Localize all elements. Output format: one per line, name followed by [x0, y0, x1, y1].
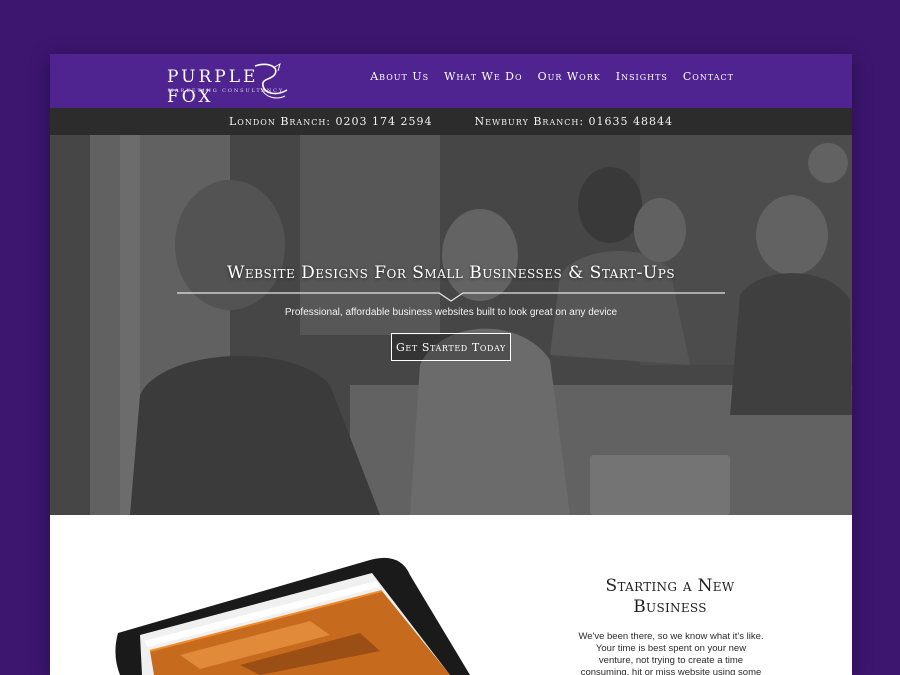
section-title: Starting a New Business: [605, 576, 735, 617]
intro-section: Starting a New Business We've been there…: [50, 515, 852, 675]
site-header: PURPLE FOX MARKETING CONSULTANCY About U…: [50, 54, 852, 108]
nav-insights[interactable]: Insights: [616, 70, 668, 83]
nav-what-we-do[interactable]: What We Do: [444, 70, 522, 83]
main-nav: About Us What We Do Our Work Insights Co…: [370, 70, 734, 83]
fox-swirl-icon: [254, 62, 288, 99]
london-branch-phone[interactable]: London Branch: 0203 174 2594: [229, 115, 433, 128]
chevron-down-icon: [177, 292, 725, 302]
hero-section: Website Designs For Small Businesses & S…: [50, 135, 852, 515]
branch-bar: London Branch: 0203 174 2594 Newbury Bra…: [50, 108, 852, 135]
nav-our-work[interactable]: Our Work: [538, 70, 601, 83]
hero-subtitle: Professional, affordable business websit…: [284, 307, 618, 318]
section-body: We've been there, so we know what it's l…: [578, 631, 764, 675]
hero-overlay: [50, 135, 852, 515]
newbury-branch-phone[interactable]: Newbury Branch: 01635 48844: [474, 115, 673, 128]
get-started-button[interactable]: Get Started Today: [391, 333, 511, 361]
logo[interactable]: PURPLE FOX MARKETING CONSULTANCY: [167, 62, 292, 107]
nav-about-us[interactable]: About Us: [370, 70, 429, 83]
browser-page: PURPLE FOX MARKETING CONSULTANCY About U…: [50, 54, 852, 675]
nav-contact[interactable]: Contact: [683, 70, 734, 83]
hero-title: Website Designs For Small Businesses & S…: [226, 263, 676, 283]
tablet-mockup-image: [115, 557, 470, 675]
